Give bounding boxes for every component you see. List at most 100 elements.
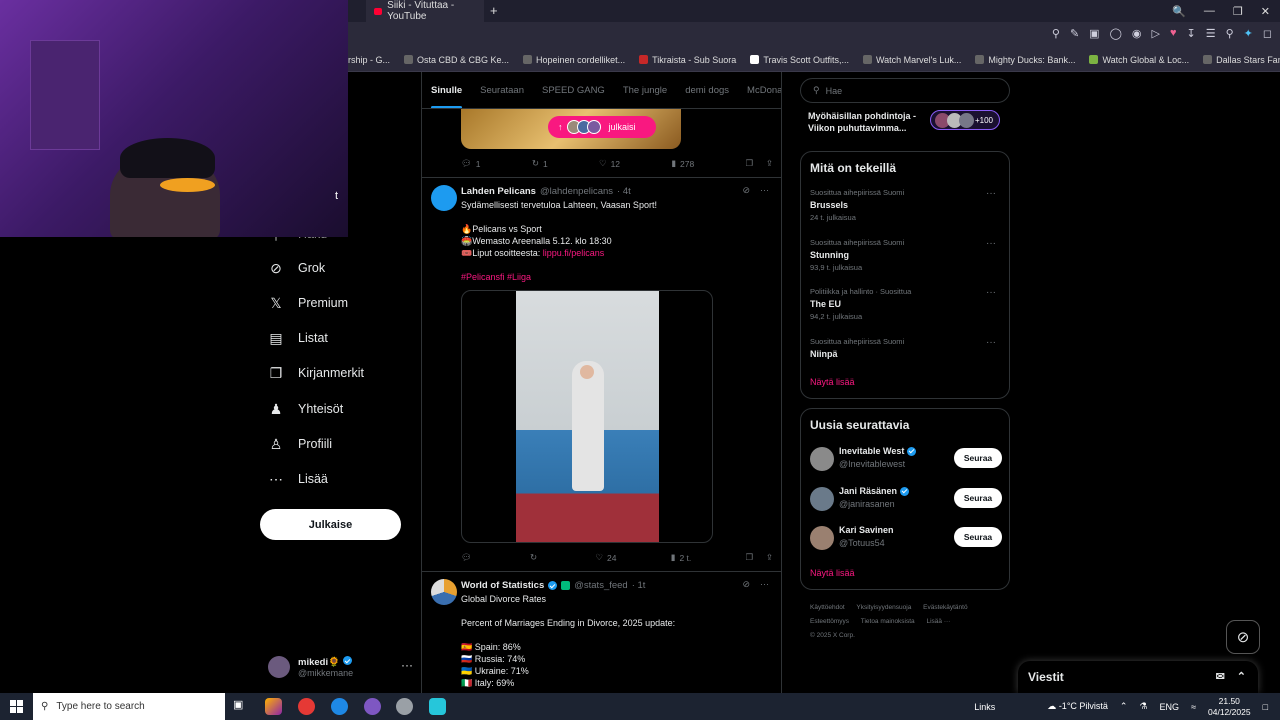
trend-item[interactable]: Suosittua aihepiirissä Suomi Niinpä ···	[810, 337, 1002, 359]
reply-button[interactable]: 💬︎	[461, 552, 476, 563]
play-icon[interactable]: ▷	[1151, 27, 1159, 40]
close-icon[interactable]: ✕	[1261, 5, 1270, 18]
footer-link[interactable]: Tietoa mainoksista	[861, 618, 915, 625]
avatar[interactable]	[431, 185, 457, 211]
chevron-up-icon[interactable]: ⌃	[1237, 670, 1246, 683]
follow-button[interactable]: Seuraa	[954, 488, 1002, 508]
nav-item-bookmarks[interactable]: ❐ Kirjanmerkit	[268, 365, 364, 381]
heart-icon[interactable]: ♥	[1170, 27, 1177, 40]
extension-icon[interactable]: ◉	[1132, 27, 1142, 40]
camera-icon[interactable]: ▣	[1089, 27, 1099, 40]
follow-suggestion[interactable]: Inevitable West @Inevitablewest Seuraa	[810, 445, 1002, 475]
more-icon[interactable]: ···	[986, 287, 996, 298]
trend-item[interactable]: Politiikka ja hallinto · Suosittua The E…	[810, 287, 1002, 321]
wifi-icon[interactable]: ≈	[1191, 702, 1196, 712]
tab-mcdonal[interactable]: McDonal	[738, 72, 781, 108]
bookmark-icon[interactable]: ❐	[746, 552, 754, 563]
bookmark-icon[interactable]: ❐	[745, 158, 753, 169]
nav-item-more[interactable]: ⋯ Lisää	[268, 471, 328, 487]
tab-the-jungle[interactable]: The jungle	[614, 72, 676, 108]
bookmark-item[interactable]: Osta CBD & CBG Ke...	[404, 55, 509, 65]
edit-icon[interactable]: ✎	[1070, 27, 1079, 40]
links-toolbar[interactable]: Links	[974, 702, 995, 712]
more-icon[interactable]: ···	[986, 238, 996, 249]
footer-link[interactable]: Esteettömyys	[810, 618, 849, 625]
nav-item-communities[interactable]: ♟ Yhteisöt	[268, 401, 343, 417]
download-icon[interactable]: ↧	[1186, 27, 1195, 40]
author-name[interactable]: World of Statistics	[461, 580, 544, 591]
app-icon[interactable]	[265, 698, 282, 715]
bookmark-item[interactable]: Tikraista - Sub Suora	[639, 55, 736, 65]
post-button[interactable]: Julkaise	[260, 509, 401, 540]
more-icon[interactable]: ···	[986, 337, 996, 348]
trend-item[interactable]: Suosittua aihepiirissä Suomi Stunning 93…	[810, 238, 1002, 272]
footer-link[interactable]: Lisää ···	[926, 618, 950, 625]
nav-item-grok[interactable]: ⊘ Grok	[268, 260, 325, 276]
more-icon[interactable]: ···	[401, 658, 413, 672]
grok-icon[interactable]: ⊘	[742, 579, 750, 590]
chevron-up-icon[interactable]: ⌃	[1120, 701, 1128, 712]
app-icon[interactable]	[364, 698, 381, 715]
app-icon[interactable]	[429, 698, 446, 715]
windows-start-icon[interactable]	[10, 700, 23, 713]
new-posts-pill[interactable]: ↑ julkaisi	[548, 116, 656, 138]
footer-link[interactable]: Evästekäytäntö	[923, 604, 967, 611]
bookmark-item[interactable]: Watch Global & Loc...	[1089, 55, 1189, 65]
account-switcher[interactable]: mikedi🌻 @mikkemane ···	[268, 650, 413, 684]
bookmark-item[interactable]: Dallas Stars Fanatics...	[1203, 55, 1280, 65]
tab-following[interactable]: Seurataan	[471, 72, 533, 108]
bookmark-item[interactable]: Watch Marvel's Luk...	[863, 55, 961, 65]
views-button[interactable]: ▮ 278	[671, 158, 694, 169]
show-more-link[interactable]: Näytä lisää	[810, 568, 855, 578]
opera-icon[interactable]	[298, 698, 315, 715]
more-icon[interactable]: ···	[986, 188, 996, 199]
follow-suggestion[interactable]: Jani Räsänen @janirasanen Seuraa	[810, 485, 1002, 515]
notification-icon[interactable]: □	[1263, 702, 1268, 712]
edge-icon[interactable]	[331, 698, 348, 715]
menu-icon[interactable]: ☰	[1206, 27, 1216, 40]
share-icon[interactable]: ⇪	[766, 552, 773, 563]
weather-widget[interactable]: ☁ -1°C Pilvistä	[1047, 701, 1108, 712]
author-name[interactable]: Lahden Pelicans	[461, 186, 536, 197]
bookmark-item[interactable]: Mighty Ducks: Bank...	[975, 55, 1075, 65]
post-hashtags[interactable]: #Pelicansfi #Liiga	[461, 271, 531, 283]
search-box[interactable]: ⚲ Hae	[800, 78, 1010, 103]
follow-suggestion[interactable]: Kari Savinen @Totuus54 Seuraa	[810, 524, 1002, 554]
browser-tab-youtube[interactable]: Siiki - Vituttaa - YouTube	[366, 0, 484, 22]
post-video[interactable]	[461, 290, 713, 543]
space-title[interactable]: Myöhäisillan pohdintoja - Viikon puhutta…	[808, 110, 933, 134]
network-icon[interactable]: ⚗	[1139, 701, 1147, 712]
follow-button[interactable]: Seuraa	[954, 527, 1002, 547]
messages-drawer[interactable]: Viestit ✉ ⌃	[1018, 661, 1258, 693]
retweet-button[interactable]: ↻	[530, 552, 541, 563]
follow-button[interactable]: Seuraa	[954, 448, 1002, 468]
nav-item-premium[interactable]: 𝕏 Premium	[268, 295, 348, 311]
app-icon[interactable]	[396, 698, 413, 715]
new-message-icon[interactable]: ✉	[1216, 670, 1225, 683]
like-button[interactable]: ♡ 24	[595, 552, 616, 563]
show-more-link[interactable]: Näytä lisää	[810, 377, 855, 387]
footer-link[interactable]: Käyttöehdot	[810, 604, 845, 611]
bookmark-item[interactable]: Travis Scott Outfits,...	[750, 55, 849, 65]
sidebar-icon[interactable]: ✦	[1244, 27, 1253, 40]
views-button[interactable]: ▮ 2 t.	[671, 552, 692, 563]
space-listeners-badge[interactable]: +100	[930, 110, 1000, 130]
task-view-icon[interactable]: ▣	[233, 698, 250, 715]
grok-button[interactable]: ⊘	[1226, 620, 1260, 654]
like-button[interactable]: ♡ 12	[599, 158, 620, 169]
restore-icon[interactable]: ❐	[1233, 5, 1243, 18]
grok-icon[interactable]: ⊘	[742, 185, 750, 196]
author-handle[interactable]: @stats_feed	[574, 580, 627, 591]
reply-button[interactable]: 💬︎ 1	[461, 158, 481, 169]
share-icon[interactable]: ⇪	[766, 158, 773, 169]
taskbar-search-input[interactable]: Type here to search	[56, 701, 144, 712]
minimize-icon[interactable]: —	[1204, 5, 1215, 17]
new-tab-button[interactable]: +	[490, 3, 498, 18]
bookmark-item[interactable]: rship - G...	[348, 55, 390, 65]
retweet-button[interactable]: ↻ 1	[532, 158, 548, 169]
bookmark-item[interactable]: Hopeinen cordelliket...	[523, 55, 625, 65]
clock[interactable]: 21.50 04/12/2025	[1208, 696, 1251, 718]
more-icon[interactable]: ···	[760, 185, 769, 196]
avatar[interactable]	[431, 579, 457, 605]
tab-for-you[interactable]: Sinulle	[422, 72, 471, 108]
